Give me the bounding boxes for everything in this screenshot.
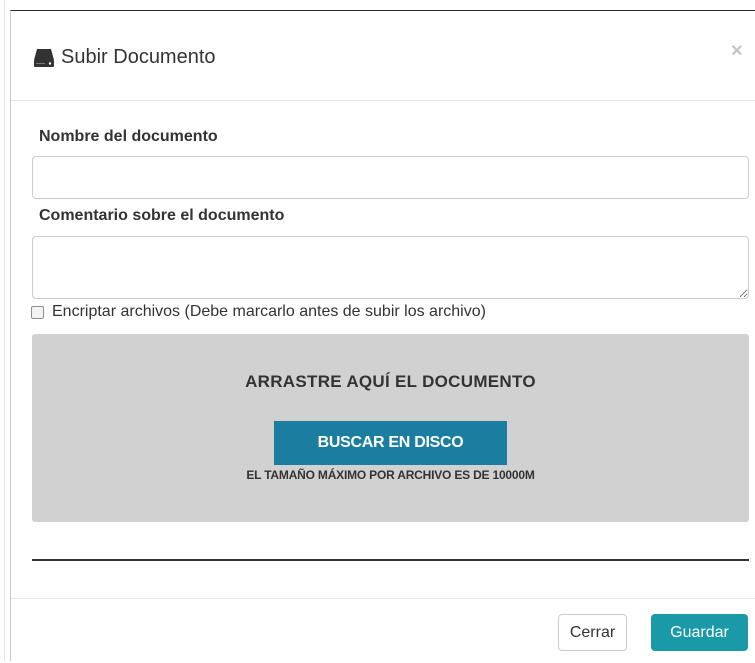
upload-document-modal: Subir Documento × Nombre del documento C… bbox=[10, 10, 755, 661]
page-background bbox=[0, 0, 10, 661]
page-edge-line bbox=[4, 0, 5, 661]
cancel-button[interactable]: Cerrar bbox=[558, 614, 627, 651]
modal-title: Subir Documento bbox=[33, 46, 216, 69]
document-name-label: Nombre del documento bbox=[39, 128, 218, 145]
document-comment-textarea[interactable] bbox=[32, 236, 749, 299]
modal-footer: Cerrar Guardar bbox=[11, 598, 755, 663]
document-comment-label: Comentario sobre el documento bbox=[39, 207, 285, 224]
close-icon[interactable]: × bbox=[731, 41, 743, 61]
file-dropzone[interactable]: ARRASTRE AQUÍ EL DOCUMENTO BUSCAR EN DIS… bbox=[32, 334, 749, 522]
max-file-size-note: EL TAMAÑO MÁXIMO POR ARCHIVO ES DE 10000… bbox=[246, 468, 535, 482]
encrypt-files-checkbox[interactable] bbox=[31, 305, 44, 319]
save-button[interactable]: Guardar bbox=[651, 614, 748, 651]
encrypt-files-option[interactable]: Encriptar archivos (Debe marcarlo antes … bbox=[31, 303, 486, 321]
encrypt-files-label: Encriptar archivos (Debe marcarlo antes … bbox=[52, 303, 486, 320]
browse-disk-button[interactable]: BUSCAR EN DISCO bbox=[274, 421, 507, 465]
upload-progress-divider bbox=[32, 559, 749, 561]
document-name-input[interactable] bbox=[32, 156, 749, 199]
modal-header: Subir Documento × bbox=[11, 11, 755, 101]
hdd-icon bbox=[33, 48, 55, 68]
modal-title-text: Subir Documento bbox=[61, 46, 216, 68]
dropzone-title: ARRASTRE AQUÍ EL DOCUMENTO bbox=[245, 372, 536, 391]
